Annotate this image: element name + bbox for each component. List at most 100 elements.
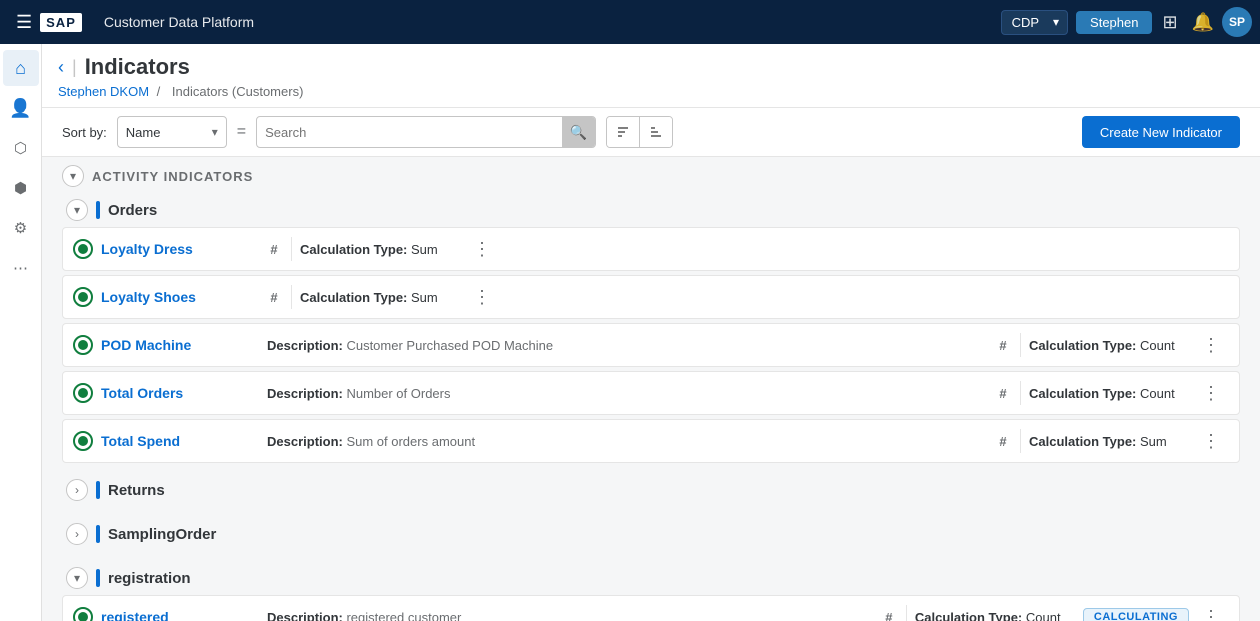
- more-options-button[interactable]: ⋮: [468, 283, 496, 311]
- registration-collapse-icon: ▾: [74, 571, 80, 585]
- hash-icon: [994, 338, 1012, 353]
- section-registration-header[interactable]: ▾ registration: [62, 559, 1240, 595]
- topbar: ☰ SAP Customer Data Platform CDP Stephen…: [0, 0, 1260, 44]
- sidebar-item-analytics[interactable]: ⬡: [3, 130, 39, 166]
- indicator-name[interactable]: POD Machine: [101, 337, 251, 353]
- returns-section-bar: [96, 481, 100, 499]
- sort-label: Sort by:: [62, 125, 107, 140]
- search-box: 🔍: [256, 116, 596, 148]
- indicator-description: Description: Customer Purchased POD Mach…: [259, 338, 980, 353]
- orders-collapse-button[interactable]: ▾: [66, 199, 88, 221]
- hamburger-icon[interactable]: ☰: [8, 12, 40, 33]
- status-icon: [73, 383, 93, 403]
- section-orders-header[interactable]: ▾ Orders: [62, 191, 1240, 227]
- indicator-name[interactable]: Total Orders: [101, 385, 251, 401]
- registration-collapse-button[interactable]: ▾: [66, 567, 88, 589]
- indicator-name[interactable]: registered: [101, 609, 251, 621]
- indicator-row: Total Orders Description: Number of Orde…: [62, 371, 1240, 415]
- content-header: ‹ | Indicators Stephen DKOM / Indicators…: [42, 44, 1260, 108]
- orders-section-bar: [96, 201, 100, 219]
- calc-type: Calculation Type: Sum: [300, 290, 460, 305]
- sort-equals: =: [237, 123, 246, 141]
- samplingorder-section-title: SamplingOrder: [108, 526, 216, 543]
- returns-collapse-button[interactable]: ›: [66, 479, 88, 501]
- section-samplingorder-header[interactable]: › SamplingOrder: [62, 515, 1240, 551]
- search-input[interactable]: [257, 125, 562, 140]
- indicator-name[interactable]: Loyalty Dress: [101, 241, 251, 257]
- sort-desc-icon: [615, 124, 631, 140]
- sidebar: ⌂ 👤 ⬡ ⬢ ⚙ ⋯: [0, 44, 42, 621]
- indicator-row: registered Description: registered custo…: [62, 595, 1240, 621]
- sort-select[interactable]: Name: [117, 116, 227, 148]
- topbar-icons: ⊞ 🔔: [1162, 12, 1214, 33]
- app-name: Customer Data Platform: [104, 14, 254, 30]
- samplingorder-collapse-icon: ›: [75, 527, 79, 541]
- calc-type: Calculation Type: Sum: [1029, 434, 1189, 449]
- row-divider: [291, 237, 292, 261]
- home-icon: ⌂: [15, 58, 26, 79]
- create-indicator-button[interactable]: Create New Indicator: [1082, 116, 1240, 148]
- sap-logo: SAP: [40, 13, 82, 32]
- section-returns-header[interactable]: › Returns: [62, 471, 1240, 507]
- cdp-dropdown[interactable]: CDP: [1001, 10, 1068, 35]
- registration-section-bar: [96, 569, 100, 587]
- indicator-name[interactable]: Total Spend: [101, 433, 251, 449]
- more-options-button[interactable]: ⋮: [1197, 331, 1225, 359]
- indicator-description: Description: Sum of orders amount: [259, 434, 980, 449]
- returns-section-title: Returns: [108, 482, 165, 499]
- calc-type: Calculation Type: Count: [1029, 386, 1189, 401]
- search-button[interactable]: 🔍: [562, 117, 595, 147]
- sort-asc-button[interactable]: [640, 117, 672, 147]
- avatar[interactable]: SP: [1222, 7, 1252, 37]
- registration-section-title: registration: [108, 570, 191, 587]
- row-divider: [1020, 333, 1021, 357]
- breadcrumb: Stephen DKOM / Indicators (Customers): [58, 84, 1240, 107]
- status-icon: [73, 287, 93, 307]
- calc-type: Calculation Type: Count: [915, 610, 1075, 621]
- indicator-row: Loyalty Dress Calculation Type: Sum ⋮: [62, 227, 1240, 271]
- users-icon: 👤: [9, 98, 31, 119]
- breadcrumb-sep: /: [157, 84, 161, 99]
- more-options-button[interactable]: ⋮: [468, 235, 496, 263]
- share-icon: ⬢: [14, 179, 27, 197]
- more-options-button[interactable]: ⋮: [1197, 379, 1225, 407]
- sidebar-item-home[interactable]: ⌂: [3, 50, 39, 86]
- sidebar-item-share[interactable]: ⬢: [3, 170, 39, 206]
- sort-desc-button[interactable]: [607, 117, 640, 147]
- orders-collapse-icon: ▾: [74, 203, 80, 217]
- breadcrumb-link[interactable]: Stephen DKOM: [58, 84, 149, 99]
- more-options-button[interactable]: ⋮: [1197, 427, 1225, 455]
- sort-select-value: Name: [126, 125, 161, 140]
- sort-order-buttons: [606, 116, 673, 148]
- hash-icon: [265, 290, 283, 305]
- orders-section-title: Orders: [108, 202, 157, 219]
- sidebar-item-users[interactable]: 👤: [3, 90, 39, 126]
- stephen-button[interactable]: Stephen: [1076, 11, 1152, 34]
- samplingorder-collapse-button[interactable]: ›: [66, 523, 88, 545]
- row-divider: [906, 605, 907, 621]
- row-divider: [1020, 381, 1021, 405]
- indicator-name[interactable]: Loyalty Shoes: [101, 289, 251, 305]
- grid-icon[interactable]: ⊞: [1162, 12, 1177, 33]
- calc-type: Calculation Type: Count: [1029, 338, 1189, 353]
- page-title: Indicators: [85, 54, 190, 80]
- sidebar-item-settings[interactable]: ⚙: [3, 210, 39, 246]
- hash-icon: [880, 610, 898, 621]
- section-orders: ▾ Orders Loyalty Dress Calculation Type:…: [62, 191, 1240, 463]
- back-button[interactable]: ‹: [58, 58, 64, 76]
- sidebar-item-more[interactable]: ⋯: [3, 250, 39, 286]
- indicator-description: Description: registered customer: [259, 610, 866, 621]
- more-icon: ⋯: [13, 259, 28, 277]
- breadcrumb-current: Indicators (Customers): [172, 84, 303, 99]
- bell-icon[interactable]: 🔔: [1192, 12, 1214, 33]
- more-options-button[interactable]: ⋮: [1197, 603, 1225, 621]
- content-area: ‹ | Indicators Stephen DKOM / Indicators…: [42, 44, 1260, 621]
- activity-collapse-icon: ▾: [70, 169, 76, 183]
- main-layout: ⌂ 👤 ⬡ ⬢ ⚙ ⋯ ‹ | Indicators Stephen DKOM: [0, 44, 1260, 621]
- activity-collapse-button[interactable]: ▾: [62, 165, 84, 187]
- samplingorder-section-bar: [96, 525, 100, 543]
- status-icon: [73, 335, 93, 355]
- status-icon: [73, 607, 93, 621]
- cdp-dropdown-value: CDP: [1012, 15, 1039, 30]
- section-returns: › Returns: [62, 471, 1240, 507]
